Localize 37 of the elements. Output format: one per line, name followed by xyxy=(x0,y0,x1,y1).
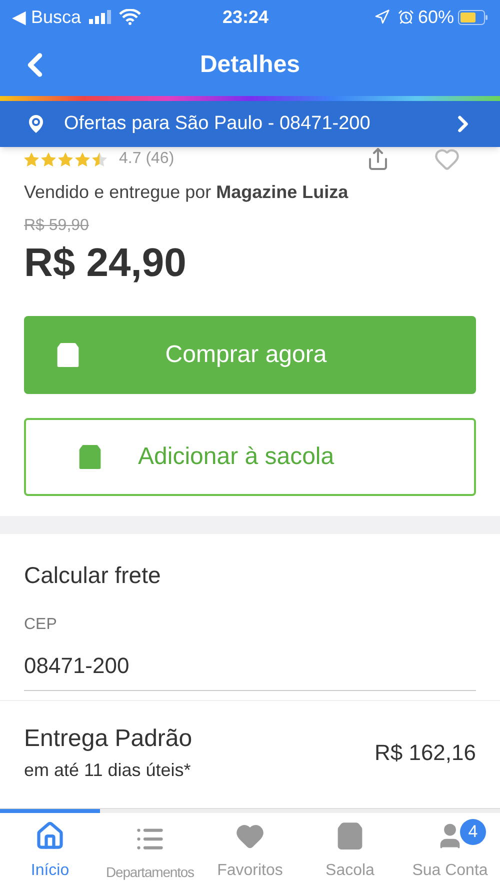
page-title: Detalhes xyxy=(198,50,302,80)
clock-time: 23:24 xyxy=(221,6,270,28)
tab-bar-item[interactable]: Departamentos xyxy=(100,813,200,887)
star-icon xyxy=(24,152,39,166)
battery-icon xyxy=(458,10,488,24)
tab-bar-item[interactable]: Início xyxy=(0,813,100,887)
section-title: Calcular frete xyxy=(24,561,162,590)
cep-field[interactable]: CEP 08471-200 xyxy=(24,612,476,690)
battery-percent: 60% xyxy=(418,6,454,28)
star-icon xyxy=(92,152,107,166)
price: R$ 24,90 xyxy=(24,240,188,287)
tab-bar-item[interactable]: Sua Conta 4 xyxy=(400,813,500,887)
buy-now-button[interactable]: Comprar agora xyxy=(24,316,476,394)
delivery-name: Entrega Padrão xyxy=(24,724,194,754)
old-price: R$ 59,90 xyxy=(24,216,90,236)
location-arrow-icon xyxy=(374,9,390,25)
notification-badge: 4 xyxy=(460,819,486,845)
star-icon xyxy=(58,152,73,166)
bag-icon xyxy=(335,821,365,851)
tab-bar-item[interactable]: Sacola xyxy=(300,813,400,887)
alarm-icon xyxy=(398,9,414,25)
star-icon xyxy=(75,152,90,166)
rating-text: 4.7 (46) xyxy=(119,149,174,169)
signal-icon xyxy=(89,10,112,24)
field-label: CEP xyxy=(24,614,58,634)
tab-bar-item[interactable]: Favoritos xyxy=(200,813,300,887)
delivery-price: R$ 162,16 xyxy=(374,738,476,766)
star-icon xyxy=(41,152,56,166)
heart-icon[interactable] xyxy=(434,146,460,172)
add-to-bag-button[interactable]: Adicionar à sacola xyxy=(24,418,476,496)
back-app-label[interactable]: ◀ Busca xyxy=(12,4,82,30)
location-bar[interactable]: Ofertas para São Paulo - 08471-200 xyxy=(0,101,500,147)
delivery-time: em até 11 dias úteis* xyxy=(24,758,192,782)
seller-text: Vendido e entregue por Magazine Luiza xyxy=(24,181,350,204)
home-icon xyxy=(35,821,65,851)
share-icon[interactable] xyxy=(366,147,390,171)
wifi-icon xyxy=(119,9,142,25)
